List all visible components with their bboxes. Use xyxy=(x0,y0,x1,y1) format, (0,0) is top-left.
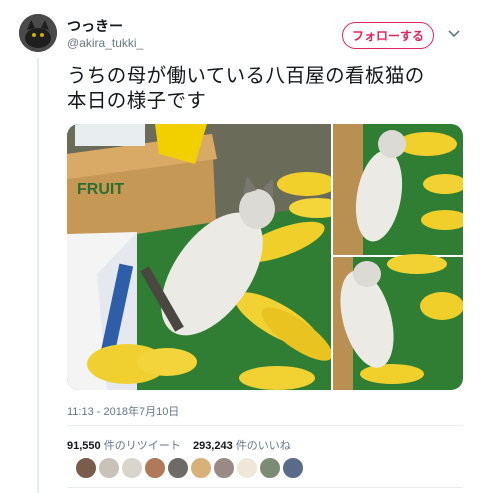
photo-main[interactable]: FRUIT xyxy=(67,124,345,390)
photo-bottom-right[interactable] xyxy=(331,254,463,390)
like-count[interactable]: 293,243 xyxy=(193,440,233,452)
divider xyxy=(67,425,463,426)
liker-avatar[interactable] xyxy=(259,457,281,479)
liker-avatar[interactable] xyxy=(75,457,97,479)
like-label[interactable]: 件のいいね xyxy=(236,440,291,452)
liker-avatar[interactable] xyxy=(121,457,143,479)
divider xyxy=(67,487,463,488)
user-handle[interactable]: @akira_tukki_ xyxy=(67,36,143,50)
liker-avatar[interactable] xyxy=(144,457,166,479)
liker-avatar[interactable] xyxy=(167,457,189,479)
thread-line xyxy=(37,58,39,493)
liker-avatar[interactable] xyxy=(236,457,258,479)
display-name[interactable]: つっきー xyxy=(67,16,123,36)
tweet-text-line: うちの母が働いている八百屋の看板猫の xyxy=(67,65,425,87)
liker-avatar[interactable] xyxy=(213,457,235,479)
photo-top-right[interactable] xyxy=(333,124,463,255)
liker-avatar[interactable] xyxy=(98,457,120,479)
engagement-stats: 91,550 件のリツイート 293,243 件のいいね xyxy=(67,437,291,453)
tweet-timestamp[interactable]: 11:13 - 2018年7月10日 xyxy=(67,403,179,419)
cat-avatar-icon xyxy=(19,14,57,52)
liker-avatar[interactable] xyxy=(282,457,304,479)
chevron-down-icon[interactable] xyxy=(447,26,461,40)
liker-avatar[interactable] xyxy=(190,457,212,479)
tweet-media-grid[interactable]: FRUIT xyxy=(67,124,463,390)
tweet-text-line: 本日の様子です xyxy=(67,90,207,112)
retweet-label[interactable]: 件のリツイート xyxy=(104,440,181,452)
avatar[interactable] xyxy=(19,14,57,52)
tweet-text: うちの母が働いている八百屋の看板猫の 本日の様子です xyxy=(67,64,467,114)
retweet-count[interactable]: 91,550 xyxy=(67,440,101,452)
svg-text:FRUIT: FRUIT xyxy=(77,181,124,198)
follow-button[interactable]: フォローする xyxy=(342,22,434,49)
